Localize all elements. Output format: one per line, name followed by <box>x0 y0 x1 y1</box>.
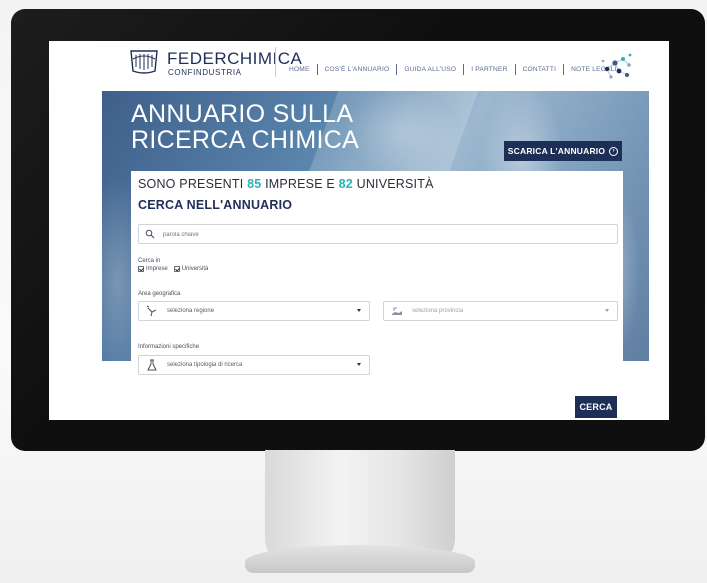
area-label: Area geografica <box>138 291 181 297</box>
nav-guide[interactable]: GUIDA ALL'USO <box>404 66 456 73</box>
stats-summary: SONO PRESENTI 85 IMPRESE E 82 UNIVERSITÀ <box>138 177 434 191</box>
keyword-input[interactable] <box>163 227 603 242</box>
nav-separator <box>514 63 516 75</box>
region-placeholder: seleziona regione <box>167 308 215 314</box>
site-header: FEDERCHIMICA CONFINDUSTRIA HOME COS'È L'… <box>49 41 669 91</box>
chevron-down-icon <box>605 309 609 312</box>
search-in-label: Cerca in <box>138 258 161 264</box>
checkbox-universita-box[interactable] <box>173 266 180 272</box>
federchimica-logo-icon[interactable] <box>127 47 161 75</box>
brand-subtitle: CONFINDUSTRIA <box>168 68 242 77</box>
pointer-hand-icon <box>146 305 157 317</box>
research-type-placeholder: seleziona tipologia di ricerca <box>167 362 243 368</box>
nav-about[interactable]: COS'È L'ANNUARIO <box>325 66 390 73</box>
search-icon <box>145 229 155 239</box>
monitor-screen: FEDERCHIMICA CONFINDUSTRIA HOME COS'È L'… <box>49 41 669 420</box>
research-type-select[interactable]: seleziona tipologia di ricerca <box>138 355 370 375</box>
download-annual-button[interactable]: SCARICA L'ANNUARIO › <box>504 141 622 161</box>
search-submit-button[interactable]: CERCA <box>575 396 617 418</box>
main-nav: HOME COS'È L'ANNUARIO GUIDA ALL'USO I PA… <box>289 63 617 75</box>
search-card: SONO PRESENTI 85 IMPRESE E 82 UNIVERSITÀ… <box>131 171 623 420</box>
molecule-icon <box>601 53 632 79</box>
checkbox-universita-label: Università <box>181 266 209 272</box>
stats-suffix: UNIVERSITÀ <box>352 177 434 191</box>
nav-partners[interactable]: I PARTNER <box>471 66 507 73</box>
map-icon <box>392 307 402 315</box>
checkbox-universita[interactable]: Università <box>173 266 209 272</box>
hero-title-line2: RICERCA CHIMICA <box>131 126 360 154</box>
region-select[interactable]: seleziona regione <box>138 301 370 321</box>
imprese-count: 85 <box>247 177 262 191</box>
chevron-down-icon <box>357 309 361 312</box>
nav-contacts[interactable]: CONTATTI <box>523 66 557 73</box>
stats-middle: IMPRESE E <box>261 177 339 191</box>
nav-separator <box>563 63 565 75</box>
brand-title: FEDERCHIMICA <box>167 49 303 68</box>
chevron-down-icon <box>357 363 361 366</box>
search-in-options: Imprese Università <box>138 266 208 272</box>
stats-prefix: SONO PRESENTI <box>138 177 248 191</box>
universita-count: 82 <box>338 177 353 191</box>
nav-separator <box>463 63 465 75</box>
info-label: Informazioni specifiche <box>138 344 200 350</box>
monitor-frame: FEDERCHIMICA CONFINDUSTRIA HOME COS'È L'… <box>11 9 705 451</box>
checkbox-imprese-box[interactable] <box>138 266 144 272</box>
hero-title: ANNUARIO SULLA RICERCA CHIMICA <box>131 101 371 153</box>
flask-icon <box>147 359 157 371</box>
nav-home[interactable]: HOME <box>289 66 310 73</box>
hero-title-line1: ANNUARIO SULLA <box>131 100 354 128</box>
nav-separator <box>316 63 318 75</box>
checkbox-imprese-label: Imprese <box>146 266 168 272</box>
download-label: SCARICA L'ANNUARIO <box>507 146 606 156</box>
nav-separator <box>396 63 398 75</box>
arrow-circle-icon: › <box>609 146 619 156</box>
search-title: CERCA NELL'ANNUARIO <box>138 198 293 212</box>
province-select[interactable]: seleziona provincia <box>383 301 618 321</box>
province-placeholder: seleziona provincia <box>412 308 464 314</box>
checkbox-imprese[interactable]: Imprese <box>138 266 168 272</box>
keyword-search-box[interactable] <box>138 224 618 244</box>
header-divider <box>275 47 276 77</box>
monitor-stand-base <box>245 545 475 573</box>
